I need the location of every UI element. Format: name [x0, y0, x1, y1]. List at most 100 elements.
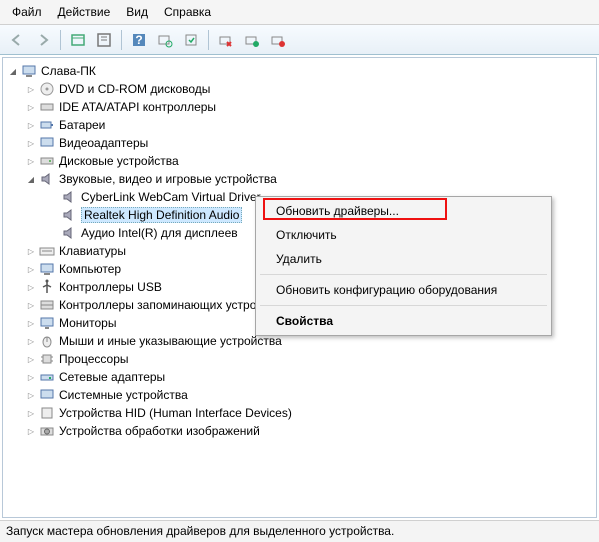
- tree-item-battery[interactable]: Батареи: [3, 116, 596, 134]
- controller-icon: [39, 99, 55, 115]
- update-button[interactable]: [180, 29, 202, 51]
- network-icon: [39, 369, 55, 385]
- system-icon: [39, 387, 55, 403]
- expand-icon[interactable]: [25, 299, 37, 311]
- tree-item-dvd[interactable]: DVD и CD-ROM дисководы: [3, 80, 596, 98]
- tree-label: Клавиатуры: [59, 244, 126, 258]
- tree-label: Контроллеры запоминающих устройств: [59, 298, 281, 312]
- device-tree[interactable]: Слава-ПК DVD и CD-ROM дисководы IDE ATA/…: [2, 57, 597, 518]
- mouse-icon: [39, 333, 55, 349]
- tree-root[interactable]: Слава-ПК: [3, 62, 596, 80]
- keyboard-icon: [39, 243, 55, 259]
- uninstall-button[interactable]: [215, 29, 237, 51]
- tree-label: Сетевые адаптеры: [59, 370, 165, 384]
- tree-item-audio-group[interactable]: Звуковые, видео и игровые устройства: [3, 170, 596, 188]
- tree-label: Мыши и иные указывающие устройства: [59, 334, 282, 348]
- expand-icon[interactable]: [25, 83, 37, 95]
- computer-icon: [39, 261, 55, 277]
- ctx-delete[interactable]: Удалить: [258, 247, 549, 271]
- expand-icon[interactable]: [25, 137, 37, 149]
- status-bar: Запуск мастера обновления драйверов для …: [0, 520, 599, 542]
- tree-item-disk[interactable]: Дисковые устройства: [3, 152, 596, 170]
- tree-item-imaging[interactable]: Устройства обработки изображений: [3, 422, 596, 440]
- speaker-icon: [61, 189, 77, 205]
- tree-label: Слава-ПК: [41, 64, 96, 78]
- tree-label: CyberLink WebCam Virtual Driver: [81, 190, 261, 204]
- expand-icon[interactable]: [25, 353, 37, 365]
- ctx-update-drivers[interactable]: Обновить драйверы...: [258, 199, 549, 223]
- expand-icon[interactable]: [25, 101, 37, 113]
- toolbar: ?: [0, 25, 599, 55]
- menu-separator: [260, 274, 547, 275]
- disc-icon: [39, 81, 55, 97]
- expand-icon[interactable]: [25, 371, 37, 383]
- status-text: Запуск мастера обновления драйверов для …: [6, 524, 394, 538]
- monitor-icon: [39, 315, 55, 331]
- expand-icon[interactable]: [25, 425, 37, 437]
- ctx-scan-hardware[interactable]: Обновить конфигурацию оборудования: [258, 278, 549, 302]
- tree-label: Аудио Intel(R) для дисплеев: [81, 226, 238, 240]
- tree-label: IDE ATA/ATAPI контроллеры: [59, 100, 216, 114]
- display-adapter-icon: [39, 135, 55, 151]
- tree-label: Мониторы: [59, 316, 116, 330]
- tree-label: Процессоры: [59, 352, 129, 366]
- expand-icon[interactable]: [25, 119, 37, 131]
- view-button[interactable]: [67, 29, 89, 51]
- tree-label: Устройства HID (Human Interface Devices): [59, 406, 292, 420]
- menu-action[interactable]: Действие: [50, 2, 119, 22]
- enable-button[interactable]: [241, 29, 263, 51]
- tree-item-display[interactable]: Видеоадаптеры: [3, 134, 596, 152]
- properties-button[interactable]: [93, 29, 115, 51]
- forward-button[interactable]: [32, 29, 54, 51]
- menu-bar: Файл Действие Вид Справка: [0, 0, 599, 25]
- scan-button[interactable]: [154, 29, 176, 51]
- collapse-icon[interactable]: [25, 173, 37, 185]
- tree-label: Батареи: [59, 118, 105, 132]
- ctx-properties[interactable]: Свойства: [258, 309, 549, 333]
- menu-help[interactable]: Справка: [156, 2, 219, 22]
- speaker-icon: [39, 171, 55, 187]
- tree-item-ide[interactable]: IDE ATA/ATAPI контроллеры: [3, 98, 596, 116]
- no-twisty: [47, 191, 59, 203]
- help-button[interactable]: ?: [128, 29, 150, 51]
- tree-label: Дисковые устройства: [59, 154, 179, 168]
- expand-icon[interactable]: [25, 281, 37, 293]
- expand-icon[interactable]: [25, 335, 37, 347]
- menu-file[interactable]: Файл: [4, 2, 50, 22]
- speaker-icon: [61, 207, 77, 223]
- tree-item-hid[interactable]: Устройства HID (Human Interface Devices): [3, 404, 596, 422]
- expand-icon[interactable]: [25, 155, 37, 167]
- computer-icon: [21, 63, 37, 79]
- svg-text:?: ?: [135, 33, 142, 47]
- expand-icon[interactable]: [25, 245, 37, 257]
- tree-label: Компьютер: [59, 262, 121, 276]
- expand-icon[interactable]: [25, 317, 37, 329]
- tree-item-cpu[interactable]: Процессоры: [3, 350, 596, 368]
- tree-label: Системные устройства: [59, 388, 188, 402]
- disable-button[interactable]: [267, 29, 289, 51]
- tree-label: Realtek High Definition Audio: [81, 207, 242, 223]
- expand-icon[interactable]: [25, 389, 37, 401]
- expand-icon[interactable]: [25, 263, 37, 275]
- expand-icon[interactable]: [25, 407, 37, 419]
- cpu-icon: [39, 351, 55, 367]
- usb-icon: [39, 279, 55, 295]
- speaker-icon: [61, 225, 77, 241]
- collapse-icon[interactable]: [7, 65, 19, 77]
- tree-item-system[interactable]: Системные устройства: [3, 386, 596, 404]
- battery-icon: [39, 117, 55, 133]
- menu-separator: [260, 305, 547, 306]
- hid-icon: [39, 405, 55, 421]
- tree-label: DVD и CD-ROM дисководы: [59, 82, 210, 96]
- menu-view[interactable]: Вид: [118, 2, 156, 22]
- no-twisty: [47, 227, 59, 239]
- ctx-disable[interactable]: Отключить: [258, 223, 549, 247]
- back-button[interactable]: [6, 29, 28, 51]
- context-menu: Обновить драйверы... Отключить Удалить О…: [255, 196, 552, 336]
- tree-item-network[interactable]: Сетевые адаптеры: [3, 368, 596, 386]
- no-twisty: [47, 209, 59, 221]
- camera-icon: [39, 423, 55, 439]
- tree-label: Звуковые, видео и игровые устройства: [59, 172, 277, 186]
- tree-label: Видеоадаптеры: [59, 136, 148, 150]
- storage-icon: [39, 297, 55, 313]
